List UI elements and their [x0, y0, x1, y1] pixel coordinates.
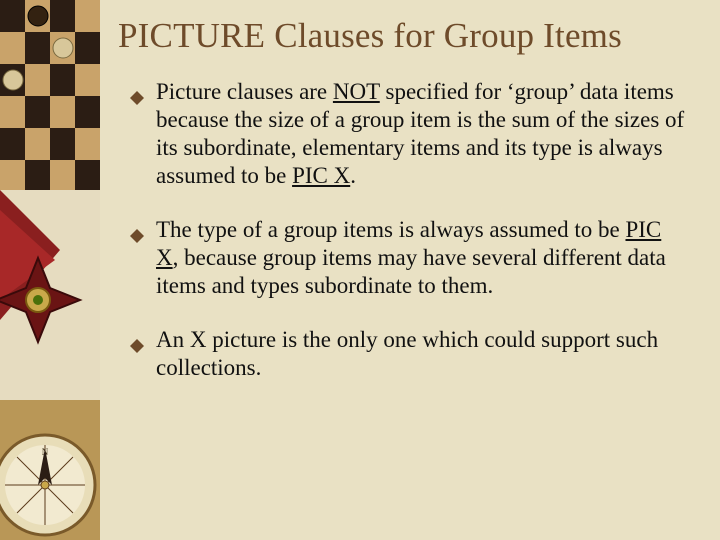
diamond-icon: [130, 332, 144, 346]
slide-title: PICTURE Clauses for Group Items: [118, 16, 696, 56]
diamond-icon: [130, 84, 144, 98]
text-fragment: Picture clauses are: [156, 79, 333, 104]
bullet-text: The type of a group items is always assu…: [156, 217, 666, 298]
slide: N PICTURE Clauses for Group Items Pictur…: [0, 0, 720, 540]
bullet-item-2: The type of a group items is always assu…: [130, 216, 688, 300]
content-area: PICTURE Clauses for Group Items Picture …: [100, 0, 720, 540]
underlined-picx: PIC X: [292, 163, 350, 188]
bullet-text: Picture clauses are NOT specified for ‘g…: [156, 79, 684, 188]
bullet-list: Picture clauses are NOT specified for ‘g…: [118, 78, 696, 382]
text-fragment: , because group items may have several d…: [156, 245, 666, 298]
underlined-not: NOT: [333, 79, 380, 104]
bullet-item-1: Picture clauses are NOT specified for ‘g…: [130, 78, 688, 190]
diamond-icon: [130, 222, 144, 236]
text-fragment: The type of a group items is always assu…: [156, 217, 625, 242]
svg-text:N: N: [42, 447, 49, 457]
bullet-item-3: An X picture is the only one which could…: [130, 326, 688, 382]
bullet-text: An X picture is the only one which could…: [156, 327, 658, 380]
sidebar-art: N: [0, 0, 100, 540]
text-fragment: .: [350, 163, 356, 188]
decorative-sidebar: N: [0, 0, 100, 540]
